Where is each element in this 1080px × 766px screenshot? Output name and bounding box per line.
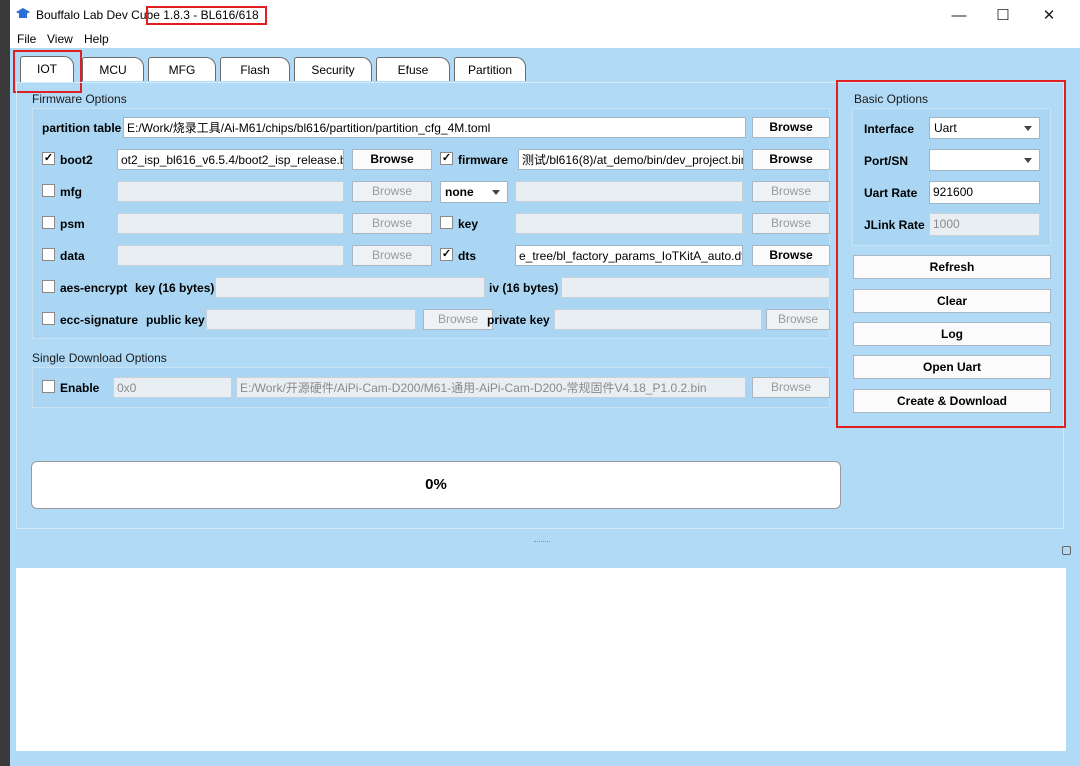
aes-key-label: key (16 bytes)	[135, 281, 215, 295]
key-checkbox[interactable]	[440, 216, 453, 229]
mfg-select-value: none	[445, 185, 474, 199]
app-window: Bouffalo Lab Dev Cube 1.8.3 - BL616/618 …	[10, 0, 1080, 766]
tab-mfg[interactable]: MFG	[148, 57, 216, 81]
minimize-icon: —	[951, 6, 967, 24]
mfg-second-input[interactable]	[515, 181, 743, 202]
boot2-label: boot2	[60, 153, 93, 167]
jlink-rate-label: JLink Rate	[864, 218, 925, 232]
interface-select-value: Uart	[934, 121, 957, 135]
tab-partition[interactable]: Partition	[454, 57, 526, 81]
log-output[interactable]	[16, 568, 1066, 751]
jlink-rate-input[interactable]: 1000	[929, 213, 1040, 236]
dts-browse-button[interactable]: Browse	[752, 245, 830, 266]
ecc-signature-label: ecc-signature	[60, 313, 139, 327]
dts-input[interactable]: e_tree/bl_factory_params_IoTKitA_auto.dt…	[515, 245, 743, 266]
close-button[interactable]: ✕	[1026, 0, 1072, 30]
tab-security[interactable]: Security	[294, 57, 372, 81]
boot2-checkbox[interactable]: ✓	[42, 152, 55, 165]
aes-iv-label: iv (16 bytes)	[489, 281, 559, 295]
open-uart-button[interactable]: Open Uart	[853, 355, 1051, 379]
tab-efuse[interactable]: Efuse	[376, 57, 450, 81]
firmware-options-title: Firmware Options	[32, 92, 127, 106]
port-sn-label: Port/SN	[864, 154, 909, 168]
interface-label: Interface	[864, 122, 915, 136]
aes-encrypt-label: aes-encrypt	[60, 281, 128, 295]
maximize-button[interactable]: ☐	[980, 0, 1026, 30]
single-download-enable-checkbox[interactable]	[42, 380, 55, 393]
menu-bar: File View Help	[10, 30, 1080, 48]
basic-options-title: Basic Options	[854, 92, 929, 106]
ecc-private-key-browse-button[interactable]: Browse	[766, 309, 830, 330]
psm-browse-button[interactable]: Browse	[352, 213, 432, 234]
single-download-browse-button[interactable]: Browse	[752, 377, 830, 398]
mfg-select[interactable]: none	[440, 181, 508, 203]
maximize-icon: ☐	[996, 7, 1010, 24]
boot2-browse-button[interactable]: Browse	[352, 149, 432, 170]
restore-log-icon[interactable]	[1062, 546, 1071, 555]
ecc-private-key-input[interactable]	[554, 309, 762, 330]
ecc-signature-checkbox[interactable]	[42, 312, 55, 325]
chevron-down-icon	[1024, 126, 1032, 131]
menu-help[interactable]: Help	[84, 32, 109, 46]
single-download-title: Single Download Options	[32, 351, 167, 365]
ecc-public-key-input[interactable]	[206, 309, 416, 330]
chevron-down-icon	[492, 190, 500, 195]
tab-flash[interactable]: Flash	[220, 57, 290, 81]
key-browse-button[interactable]: Browse	[752, 213, 830, 234]
mfg-input[interactable]	[117, 181, 344, 202]
psm-input[interactable]	[117, 213, 344, 234]
app-logo-icon	[16, 8, 30, 20]
close-icon: ✕	[1042, 7, 1056, 24]
firmware-input[interactable]: 测试/bl616(8)/at_demo/bin/dev_project.bin	[518, 149, 744, 170]
dts-checkbox[interactable]: ✓	[440, 248, 453, 261]
data-browse-button[interactable]: Browse	[352, 245, 432, 266]
splitter-handle[interactable]	[534, 541, 550, 543]
aes-iv-input[interactable]	[561, 277, 830, 298]
progress-text: 0%	[425, 476, 447, 493]
mfg-checkbox[interactable]	[42, 184, 55, 197]
firmware-label: firmware	[458, 153, 509, 167]
uart-rate-input[interactable]: 921600	[929, 181, 1040, 204]
clear-button[interactable]: Clear	[853, 289, 1051, 313]
data-input[interactable]	[117, 245, 344, 266]
version-highlight-box	[146, 6, 267, 25]
tab-mcu[interactable]: MCU	[82, 57, 144, 81]
partition-table-label: partition table	[42, 121, 122, 135]
mfg-browse-button[interactable]: Browse	[352, 181, 432, 202]
psm-checkbox[interactable]	[42, 216, 55, 229]
aes-key-input[interactable]	[215, 277, 485, 298]
port-sn-select[interactable]	[929, 149, 1040, 171]
chevron-down-icon	[1024, 158, 1032, 163]
data-checkbox[interactable]	[42, 248, 55, 261]
single-download-enable-label: Enable	[60, 381, 100, 395]
partition-table-browse-button[interactable]: Browse	[752, 117, 830, 138]
firmware-browse-button[interactable]: Browse	[752, 149, 830, 170]
mfg-second-browse-button[interactable]: Browse	[752, 181, 830, 202]
refresh-button[interactable]: Refresh	[853, 255, 1051, 279]
title-bar: Bouffalo Lab Dev Cube 1.8.3 - BL616/618 …	[10, 0, 1080, 30]
boot2-input[interactable]: ot2_isp_bl616_v6.5.4/boot2_isp_release.b…	[117, 149, 344, 170]
key-input[interactable]	[515, 213, 743, 234]
aes-encrypt-checkbox[interactable]	[42, 280, 55, 293]
key-label: key	[458, 217, 479, 231]
progress-bar: 0%	[31, 461, 841, 509]
partition-table-input[interactable]: E:/Work/烧录工具/Ai-M61/chips/bl616/partitio…	[123, 117, 746, 138]
mfg-label: mfg	[60, 185, 82, 199]
ecc-public-key-label: public key	[146, 313, 205, 327]
create-download-button[interactable]: Create & Download	[853, 389, 1051, 413]
menu-view[interactable]: View	[47, 32, 73, 46]
dts-label: dts	[458, 249, 476, 263]
menu-file[interactable]: File	[17, 32, 36, 46]
single-download-path-input[interactable]: E:/Work/开源硬件/AiPi-Cam-D200/M61-通用-AiPi-C…	[236, 377, 746, 398]
data-label: data	[60, 249, 85, 263]
log-button[interactable]: Log	[853, 322, 1051, 346]
single-download-address-input[interactable]: 0x0	[113, 377, 232, 398]
interface-select[interactable]: Uart	[929, 117, 1040, 139]
minimize-button[interactable]: —	[936, 0, 982, 30]
firmware-checkbox[interactable]: ✓	[440, 152, 453, 165]
ecc-private-key-label: private key	[487, 313, 550, 327]
uart-rate-label: Uart Rate	[864, 186, 918, 200]
psm-label: psm	[60, 217, 85, 231]
ecc-public-key-browse-button[interactable]: Browse	[423, 309, 493, 330]
